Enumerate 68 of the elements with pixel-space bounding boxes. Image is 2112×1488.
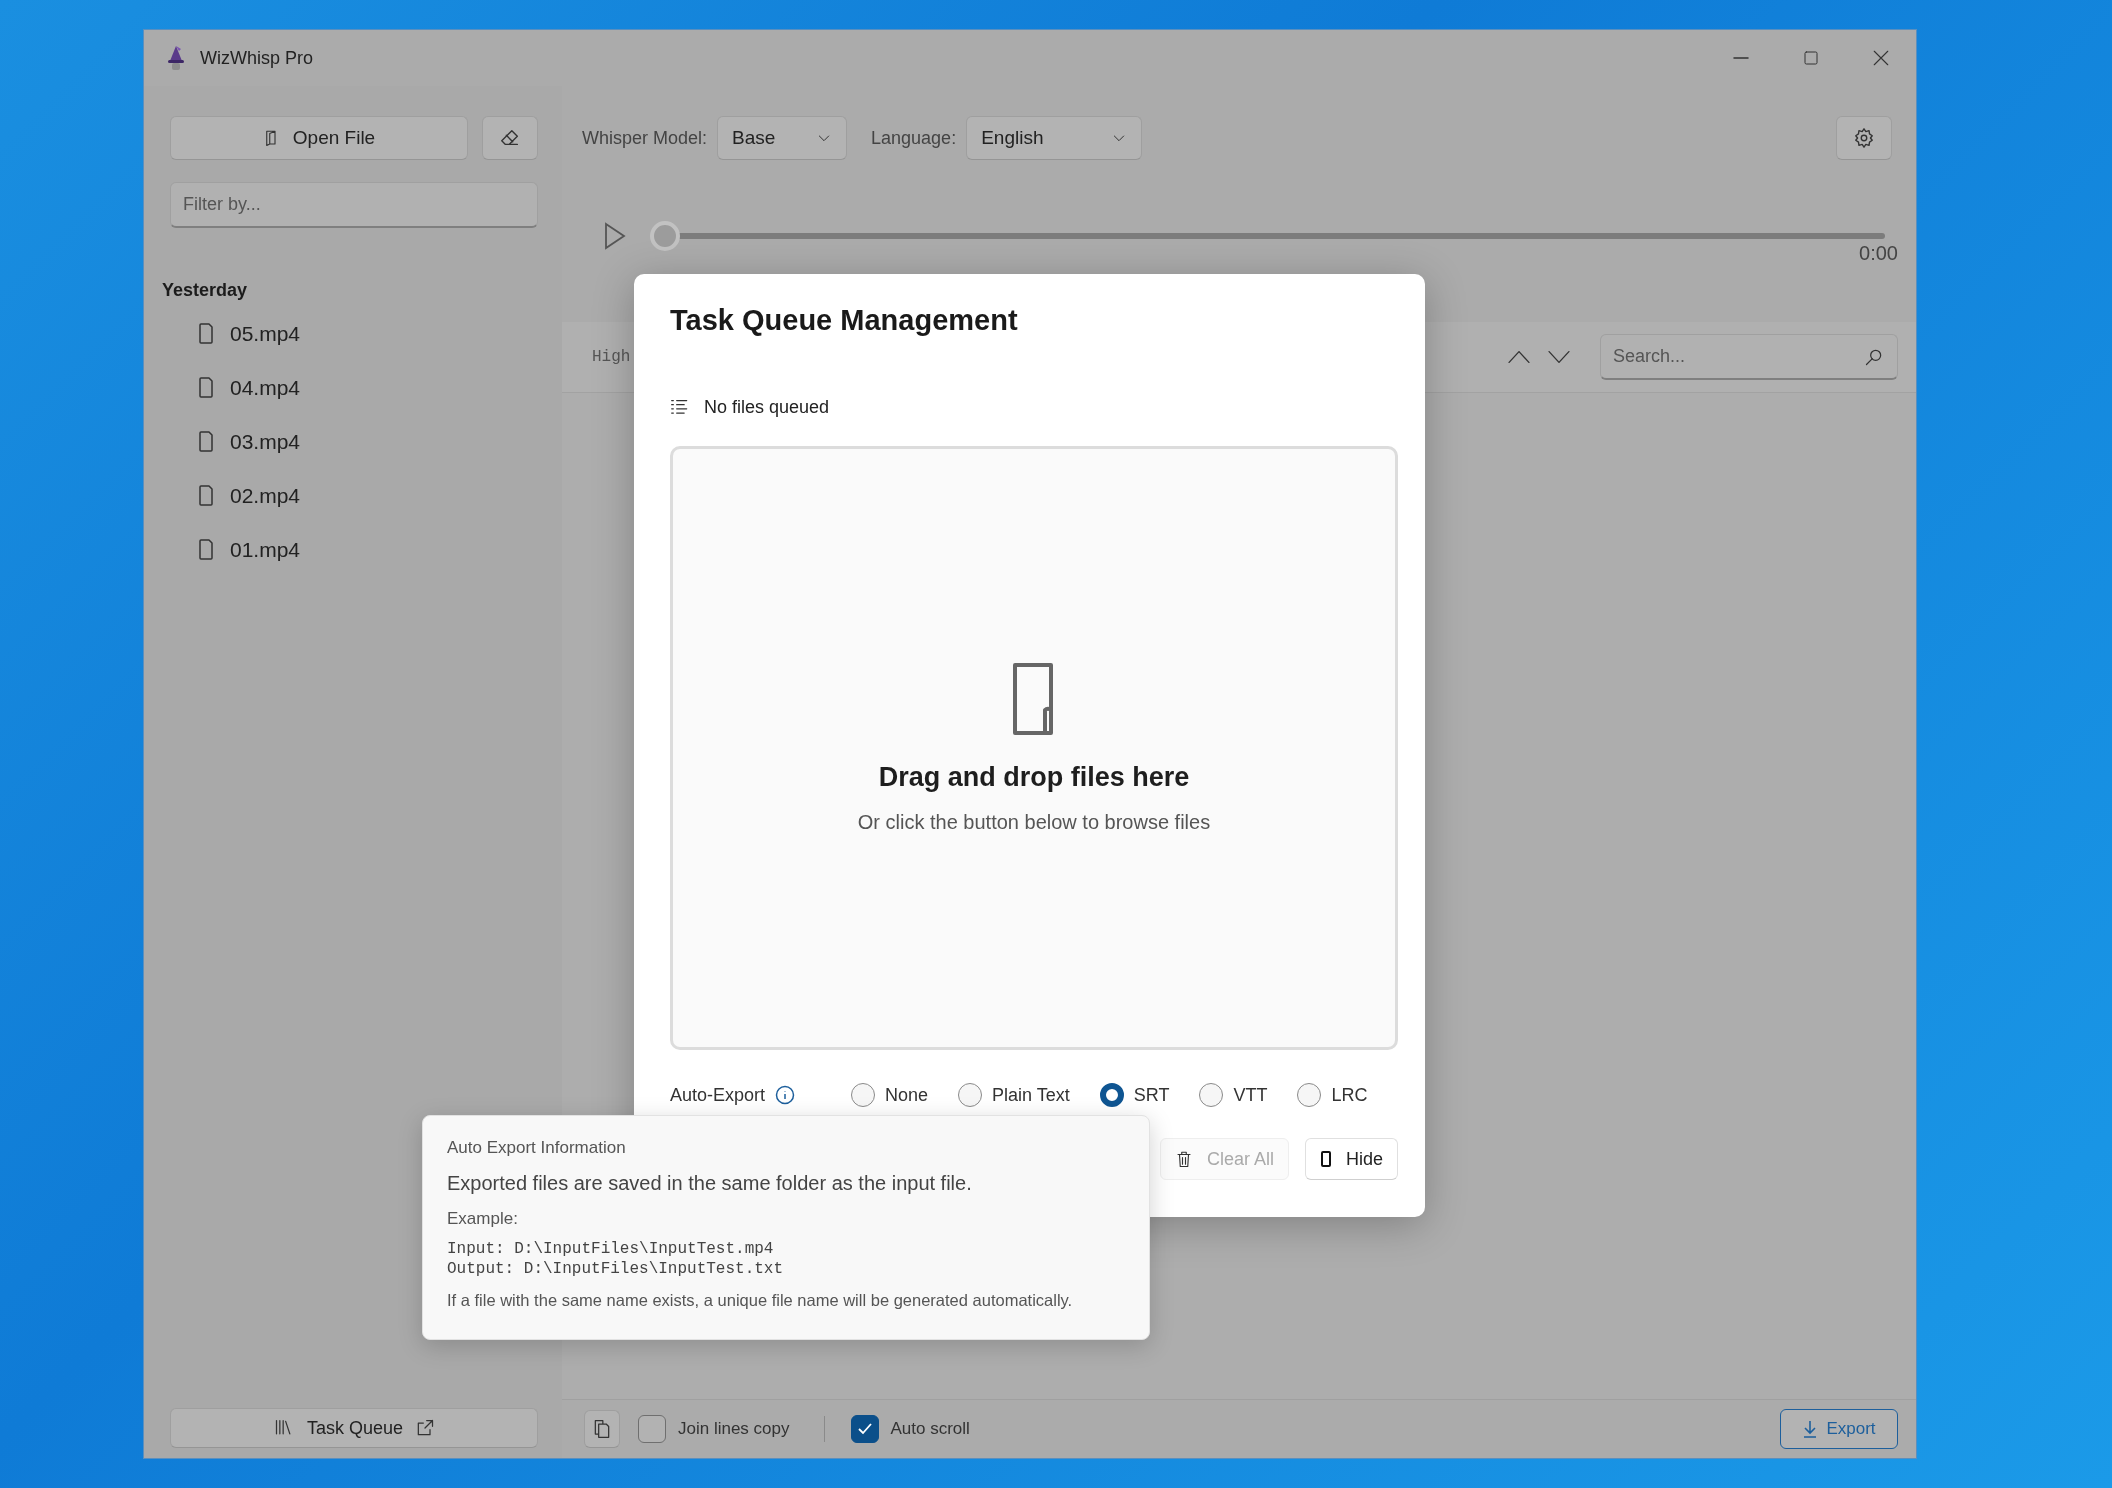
dialog-title: Task Queue Management: [670, 304, 1019, 337]
file-name[interactable]: 02.mp4: [230, 484, 301, 508]
play-button[interactable]: [604, 222, 626, 250]
hide-button[interactable]: Hide: [1304, 1138, 1398, 1180]
radio-button[interactable]: [851, 1083, 876, 1107]
file-name[interactable]: 04.mp4: [230, 376, 301, 400]
example-label: Example:: [447, 1209, 519, 1229]
copy-button[interactable]: [584, 1410, 620, 1448]
code-line: Input: D:\InputFiles\InputTest.mp4: [447, 1239, 775, 1259]
info-icon[interactable]: [775, 1085, 796, 1105]
radio-button[interactable]: [1099, 1083, 1124, 1107]
slider-thumb[interactable]: [650, 221, 680, 251]
language-dropdown[interactable]: English: [966, 116, 1143, 160]
drop-hint: Or click the button below to browse files: [857, 811, 1211, 834]
radio-label: LRC: [1331, 1084, 1368, 1106]
close-icon: [1872, 49, 1890, 67]
tooltip-note: If a file with the same name exists, a unique file name will be generated automatically.: [447, 1291, 1074, 1310]
file-name[interactable]: 03.mp4: [230, 430, 301, 454]
language-label: Language:: [871, 127, 957, 149]
radio-button[interactable]: [958, 1083, 983, 1107]
task-queue-button[interactable]: Task Queue: [170, 1408, 538, 1448]
search-icon: [1864, 347, 1884, 367]
download-icon: [1802, 1420, 1819, 1438]
model-label: Whisper Model:: [582, 127, 708, 149]
file-icon: [198, 485, 214, 507]
radio-button[interactable]: [1199, 1083, 1224, 1107]
minimize-icon: [1733, 57, 1749, 59]
duration-time: 0:00: [1859, 242, 1898, 266]
model-dropdown[interactable]: Base: [717, 116, 848, 160]
open-file-button[interactable]: Open File: [170, 116, 468, 160]
checkbox[interactable]: [850, 1415, 879, 1443]
file-icon: [198, 377, 214, 399]
column-header: High: [592, 348, 631, 366]
window-title: WizWhisp Pro: [200, 47, 313, 69]
radio-label: VTT: [1233, 1084, 1268, 1106]
file-icon: [198, 539, 214, 561]
checkbox-label: Auto scroll: [890, 1419, 970, 1439]
file-name[interactable]: 05.mp4: [230, 322, 301, 346]
copy-icon: [592, 1418, 612, 1440]
radio-button[interactable]: [1297, 1083, 1322, 1107]
eraser-button[interactable]: [482, 116, 538, 160]
auto-export-label: Auto-Export: [670, 1084, 766, 1106]
group-heading: Yesterday: [162, 280, 249, 301]
external-icon: [415, 1418, 436, 1438]
settings-button[interactable]: [1836, 116, 1892, 160]
settings-icon: [1853, 127, 1875, 149]
file-icon: [198, 323, 214, 345]
search-field[interactable]: Search...: [1600, 334, 1898, 380]
radio-label: SRT: [1133, 1084, 1170, 1106]
filter-field[interactable]: Filter by...: [170, 182, 538, 228]
tooltip-title: Auto Export Information: [447, 1138, 627, 1158]
checkbox[interactable]: [638, 1415, 666, 1443]
tooltip-text: Exported files are saved in the same folder as the input file.: [447, 1172, 973, 1195]
drop-zone[interactable]: Drag and drop files here Or click the button below to browse files: [670, 446, 1398, 1050]
chevron-down-icon: [1546, 348, 1572, 366]
maximize-icon: [1803, 50, 1819, 66]
queue-status: No files queued: [704, 397, 830, 418]
rectangle-icon: [1319, 1150, 1332, 1168]
radio-label: Plain Text: [992, 1084, 1070, 1106]
check-icon: [856, 1422, 873, 1436]
file-icon: [198, 431, 214, 453]
radio-label: None: [885, 1084, 929, 1106]
checkbox-label: Join lines copy: [678, 1419, 790, 1439]
wizard-hat-icon: [166, 45, 186, 71]
code-line: Output: D:\InputFiles\InputTest.txt: [447, 1259, 785, 1279]
chevron-up-icon: [1506, 348, 1532, 366]
file-name[interactable]: 01.mp4: [230, 538, 301, 562]
drop-title: Drag and drop files here: [878, 762, 1190, 793]
